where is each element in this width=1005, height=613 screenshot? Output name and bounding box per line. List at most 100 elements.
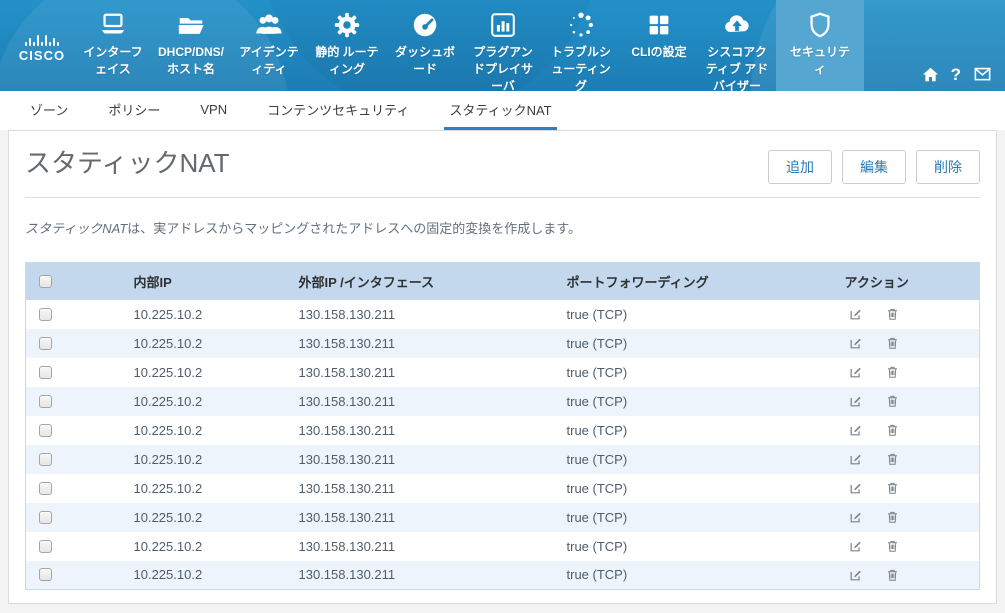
table-action-buttons: 追加 編集 削除 (768, 150, 980, 184)
edit-row-icon[interactable] (849, 539, 863, 553)
internal-ip-cell: 10.225.10.2 (134, 532, 299, 561)
row-checkbox[interactable] (39, 482, 52, 495)
delete-row-icon[interactable] (886, 539, 899, 553)
edit-row-icon[interactable] (849, 394, 863, 408)
row-checkbox[interactable] (39, 424, 52, 437)
row-checkbox[interactable] (39, 337, 52, 350)
external-ip-cell: 130.158.130.211 (299, 416, 567, 445)
tab-content-security[interactable]: コンテンツセキュリティ (262, 91, 414, 130)
cisco-logo-text: CISCO (19, 48, 65, 63)
nav-item-identity[interactable]: アイデンティティ (230, 0, 308, 91)
table-row: 10.225.10.2 130.158.130.211 true (TCP) (26, 387, 980, 416)
row-checkbox[interactable] (39, 540, 52, 553)
delete-row-icon[interactable] (886, 510, 899, 524)
external-ip-cell: 130.158.130.211 (299, 358, 567, 387)
nav-item-dhcp-dns-hostname[interactable]: DHCP/DNS/ホスト名 (152, 0, 230, 91)
row-checkbox[interactable] (39, 395, 52, 408)
tab-static-nat[interactable]: スタティックNAT (444, 91, 556, 130)
edit-row-icon[interactable] (849, 307, 863, 321)
port-forwarding-cell: true (TCP) (567, 532, 845, 561)
edit-row-icon[interactable] (849, 423, 863, 437)
port-forwarding-cell: true (TCP) (567, 416, 845, 445)
external-ip-cell: 130.158.130.211 (299, 329, 567, 358)
column-header-internal-ip: 内部IP (134, 263, 299, 300)
mail-icon[interactable] (972, 65, 993, 84)
external-ip-cell: 130.158.130.211 (299, 474, 567, 503)
port-forwarding-cell: true (TCP) (567, 445, 845, 474)
row-checkbox[interactable] (39, 453, 52, 466)
row-checkbox[interactable] (39, 511, 52, 524)
table-row: 10.225.10.2 130.158.130.211 true (TCP) (26, 300, 980, 329)
top-nav-items: インターフェイス DHCP/DNS/ホスト名 アイデンティティ 静的 ルーティン… (74, 0, 864, 91)
internal-ip-cell: 10.225.10.2 (134, 416, 299, 445)
delete-row-icon[interactable] (886, 568, 899, 582)
top-nav-bar: CISCO インターフェイス DHCP/DNS/ホスト名 アイデンティティ (0, 0, 1005, 91)
nav-item-dashboard[interactable]: ダッシュボード (386, 0, 464, 91)
delete-row-icon[interactable] (886, 394, 899, 408)
table-row: 10.225.10.2 130.158.130.211 true (TCP) (26, 561, 980, 590)
edit-row-icon[interactable] (849, 452, 863, 466)
table-row: 10.225.10.2 130.158.130.211 true (TCP) (26, 532, 980, 561)
nav-item-interfaces[interactable]: インターフェイス (74, 0, 152, 91)
add-button[interactable]: 追加 (768, 150, 832, 184)
nav-item-troubleshooting[interactable]: トラブルシューティング (542, 0, 620, 91)
delete-row-icon[interactable] (886, 481, 899, 495)
edit-row-icon[interactable] (849, 481, 863, 495)
column-header-external-ip: 外部IP /インタフェース (299, 263, 567, 300)
internal-ip-cell: 10.225.10.2 (134, 561, 299, 590)
page-title: スタティックNAT (25, 146, 230, 180)
table-header-row: 内部IP 外部IP /インタフェース ポートフォワーディング アクション (26, 263, 980, 300)
edit-row-icon[interactable] (849, 568, 863, 582)
select-all-checkbox[interactable] (39, 275, 52, 288)
internal-ip-cell: 10.225.10.2 (134, 300, 299, 329)
topbar-utilities: ? (921, 65, 993, 84)
row-checkbox[interactable] (39, 308, 52, 321)
laptop-icon (74, 9, 152, 41)
row-actions (845, 423, 980, 437)
external-ip-cell: 130.158.130.211 (299, 445, 567, 474)
row-actions (845, 510, 980, 524)
delete-row-icon[interactable] (886, 452, 899, 466)
internal-ip-cell: 10.225.10.2 (134, 474, 299, 503)
edit-row-icon[interactable] (849, 336, 863, 350)
nav-item-cli-settings[interactable]: CLIの設定 (620, 0, 698, 91)
internal-ip-cell: 10.225.10.2 (134, 503, 299, 532)
edit-row-icon[interactable] (849, 365, 863, 379)
port-forwarding-cell: true (TCP) (567, 329, 845, 358)
delete-row-icon[interactable] (886, 365, 899, 379)
port-forwarding-cell: true (TCP) (567, 358, 845, 387)
nav-item-security[interactable]: セキュリティ (776, 0, 864, 91)
internal-ip-cell: 10.225.10.2 (134, 445, 299, 474)
tab-vpn[interactable]: VPN (195, 91, 232, 130)
nav-item-static-routing[interactable]: 静的 ルーティング (308, 0, 386, 91)
row-checkbox[interactable] (39, 568, 52, 581)
delete-row-icon[interactable] (886, 336, 899, 350)
bar-chart-icon (464, 9, 542, 41)
home-icon[interactable] (921, 65, 940, 84)
nav-item-cisco-active-advisor[interactable]: シスコアクティブ アドバイザー (698, 0, 776, 91)
static-nat-table: 内部IP 外部IP /インタフェース ポートフォワーディング アクション 10.… (25, 262, 980, 590)
static-nat-panel: スタティックNAT 追加 編集 削除 スタティックNATは、実アドレスからマッピ… (8, 130, 997, 604)
row-actions (845, 452, 980, 466)
edit-button[interactable]: 編集 (842, 150, 906, 184)
column-header-port-forwarding: ポートフォワーディング (567, 263, 845, 300)
tab-policy[interactable]: ポリシー (103, 91, 165, 130)
table-row: 10.225.10.2 130.158.130.211 true (TCP) (26, 329, 980, 358)
port-forwarding-cell: true (TCP) (567, 561, 845, 590)
row-checkbox[interactable] (39, 366, 52, 379)
delete-row-icon[interactable] (886, 423, 899, 437)
tab-zones[interactable]: ゾーン (25, 91, 73, 130)
external-ip-cell: 130.158.130.211 (299, 532, 567, 561)
row-actions (845, 307, 980, 321)
delete-row-icon[interactable] (886, 307, 899, 321)
nav-item-plug-and-play-server[interactable]: プラグアンドプレイサーバ (464, 0, 542, 91)
delete-button[interactable]: 削除 (916, 150, 980, 184)
help-icon[interactable]: ? (951, 66, 961, 83)
edit-row-icon[interactable] (849, 510, 863, 524)
external-ip-cell: 130.158.130.211 (299, 503, 567, 532)
shield-icon (776, 9, 864, 41)
internal-ip-cell: 10.225.10.2 (134, 329, 299, 358)
grid-icon (620, 9, 698, 41)
table-row: 10.225.10.2 130.158.130.211 true (TCP) (26, 416, 980, 445)
spinner-icon (542, 9, 620, 41)
